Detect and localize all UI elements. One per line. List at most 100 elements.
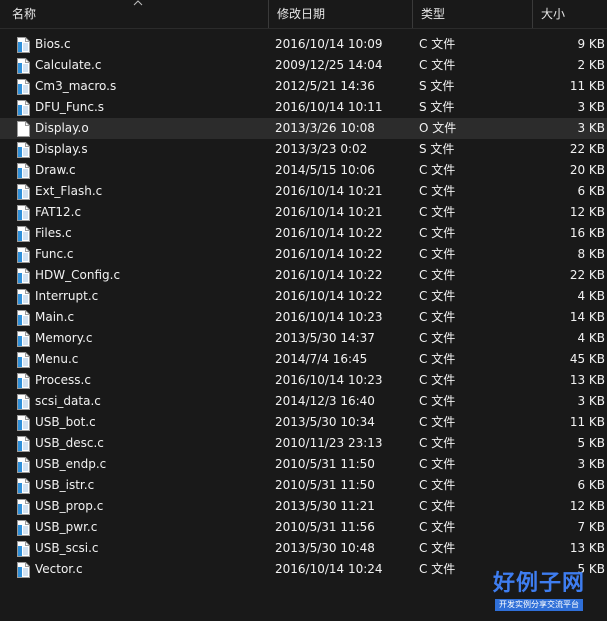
- file-date-modified: 2013/3/26 10:08: [275, 121, 375, 135]
- file-type: S 文件: [419, 142, 455, 156]
- column-header-size[interactable]: 大小: [532, 0, 607, 28]
- file-row[interactable]: USB_istr.c 2010/5/31 11:50 C 文件 6 KB: [0, 475, 607, 496]
- file-row[interactable]: Display.s 2013/3/23 0:02 S 文件 22 KB: [0, 139, 607, 160]
- file-row[interactable]: Bios.c 2016/10/14 10:09 C 文件 9 KB: [0, 34, 607, 55]
- file-date-modified: 2013/3/23 0:02: [275, 142, 368, 156]
- file-size: 22 KB: [569, 142, 605, 156]
- file-row[interactable]: FAT12.c 2016/10/14 10:21 C 文件 12 KB: [0, 202, 607, 223]
- file-type: C 文件: [419, 562, 456, 576]
- column-header-type[interactable]: 类型: [412, 0, 532, 28]
- file-row[interactable]: USB_pwr.c 2010/5/31 11:56 C 文件 7 KB: [0, 517, 607, 538]
- c-file-icon: [17, 226, 31, 242]
- file-type: C 文件: [419, 520, 456, 534]
- file-name: USB_prop.c: [35, 499, 104, 513]
- file-date-modified: 2016/10/14 10:23: [275, 373, 383, 387]
- file-row[interactable]: USB_scsi.c 2013/5/30 10:48 C 文件 13 KB: [0, 538, 607, 559]
- file-size: 8 KB: [577, 247, 605, 261]
- file-date-modified: 2014/12/3 16:40: [275, 394, 375, 408]
- file-row[interactable]: USB_prop.c 2013/5/30 11:21 C 文件 12 KB: [0, 496, 607, 517]
- file-row[interactable]: Main.c 2016/10/14 10:23 C 文件 14 KB: [0, 307, 607, 328]
- file-row[interactable]: Process.c 2016/10/14 10:23 C 文件 13 KB: [0, 370, 607, 391]
- file-type: C 文件: [419, 352, 456, 366]
- file-type: C 文件: [419, 310, 456, 324]
- file-name: Draw.c: [35, 163, 76, 177]
- file-date-modified: 2016/10/14 10:21: [275, 184, 383, 198]
- file-size: 16 KB: [569, 226, 605, 240]
- c-file-icon: [17, 247, 31, 263]
- file-date-modified: 2010/5/31 11:50: [275, 478, 375, 492]
- file-name: Display.s: [35, 142, 88, 156]
- file-name: USB_pwr.c: [35, 520, 98, 534]
- file-date-modified: 2013/5/30 10:34: [275, 415, 375, 429]
- c-file-icon: [17, 163, 31, 179]
- file-name: USB_istr.c: [35, 478, 95, 492]
- c-file-icon: [17, 562, 31, 578]
- file-date-modified: 2010/11/23 23:13: [275, 436, 383, 450]
- file-row[interactable]: Files.c 2016/10/14 10:22 C 文件 16 KB: [0, 223, 607, 244]
- file-row[interactable]: Draw.c 2014/5/15 10:06 C 文件 20 KB: [0, 160, 607, 181]
- column-header-date-modified[interactable]: 修改日期: [268, 0, 412, 28]
- file-type: S 文件: [419, 79, 455, 93]
- file-type: C 文件: [419, 268, 456, 282]
- file-name: Ext_Flash.c: [35, 184, 103, 198]
- c-file-icon: [17, 352, 31, 368]
- file-row[interactable]: USB_bot.c 2013/5/30 10:34 C 文件 11 KB: [0, 412, 607, 433]
- file-size: 3 KB: [577, 394, 605, 408]
- file-row[interactable]: Ext_Flash.c 2016/10/14 10:21 C 文件 6 KB: [0, 181, 607, 202]
- file-name: Display.o: [35, 121, 89, 135]
- file-name: DFU_Func.s: [35, 100, 105, 114]
- file-name: Process.c: [35, 373, 91, 387]
- watermark-subtitle: 开发实例分享交流平台: [495, 599, 583, 611]
- c-file-icon: [17, 268, 31, 284]
- watermark: 好例子网 开发实例分享交流平台: [475, 570, 603, 611]
- s-file-icon: [17, 79, 31, 95]
- file-name: Files.c: [35, 226, 72, 240]
- file-date-modified: 2010/5/31 11:56: [275, 520, 375, 534]
- file-size: 3 KB: [577, 100, 605, 114]
- file-name: USB_bot.c: [35, 415, 96, 429]
- c-file-icon: [17, 520, 31, 536]
- file-type: S 文件: [419, 100, 455, 114]
- file-date-modified: 2013/5/30 10:48: [275, 541, 375, 555]
- file-size: 11 KB: [569, 79, 605, 93]
- file-type: C 文件: [419, 394, 456, 408]
- s-file-icon: [17, 100, 31, 116]
- file-name: Calculate.c: [35, 58, 102, 72]
- file-name: USB_desc.c: [35, 436, 104, 450]
- file-type: C 文件: [419, 205, 456, 219]
- file-row[interactable]: scsi_data.c 2014/12/3 16:40 C 文件 3 KB: [0, 391, 607, 412]
- file-size: 45 KB: [569, 352, 605, 366]
- file-row[interactable]: USB_desc.c 2010/11/23 23:13 C 文件 5 KB: [0, 433, 607, 454]
- file-type: C 文件: [419, 184, 456, 198]
- c-file-icon: [17, 478, 31, 494]
- file-size: 14 KB: [569, 310, 605, 324]
- file-size: 12 KB: [569, 499, 605, 513]
- column-header-name[interactable]: 名称: [6, 0, 268, 28]
- file-size: 11 KB: [569, 415, 605, 429]
- file-date-modified: 2016/10/14 10:11: [275, 100, 383, 114]
- file-row[interactable]: USB_endp.c 2010/5/31 11:50 C 文件 3 KB: [0, 454, 607, 475]
- file-size: 3 KB: [577, 457, 605, 471]
- file-row[interactable]: Cm3_macro.s 2012/5/21 14:36 S 文件 11 KB: [0, 76, 607, 97]
- c-file-icon: [17, 436, 31, 452]
- file-row[interactable]: Calculate.c 2009/12/25 14:04 C 文件 2 KB: [0, 55, 607, 76]
- c-file-icon: [17, 541, 31, 557]
- column-header-bar: 名称 修改日期 类型 大小: [0, 0, 607, 29]
- file-size: 20 KB: [569, 163, 605, 177]
- file-type: O 文件: [419, 121, 457, 135]
- file-type: C 文件: [419, 289, 456, 303]
- file-row[interactable]: Func.c 2016/10/14 10:22 C 文件 8 KB: [0, 244, 607, 265]
- file-name: Func.c: [35, 247, 74, 261]
- file-row[interactable]: Memory.c 2013/5/30 14:37 C 文件 4 KB: [0, 328, 607, 349]
- file-date-modified: 2016/10/14 10:21: [275, 205, 383, 219]
- c-file-icon: [17, 499, 31, 515]
- file-row[interactable]: Display.o 2013/3/26 10:08 O 文件 3 KB: [0, 118, 607, 139]
- file-row[interactable]: HDW_Config.c 2016/10/14 10:22 C 文件 22 KB: [0, 265, 607, 286]
- file-row[interactable]: Interrupt.c 2016/10/14 10:22 C 文件 4 KB: [0, 286, 607, 307]
- file-row[interactable]: Menu.c 2014/7/4 16:45 C 文件 45 KB: [0, 349, 607, 370]
- c-file-icon: [17, 373, 31, 389]
- c-file-icon: [17, 331, 31, 347]
- file-row[interactable]: DFU_Func.s 2016/10/14 10:11 S 文件 3 KB: [0, 97, 607, 118]
- file-name: Interrupt.c: [35, 289, 99, 303]
- file-type: C 文件: [419, 37, 456, 51]
